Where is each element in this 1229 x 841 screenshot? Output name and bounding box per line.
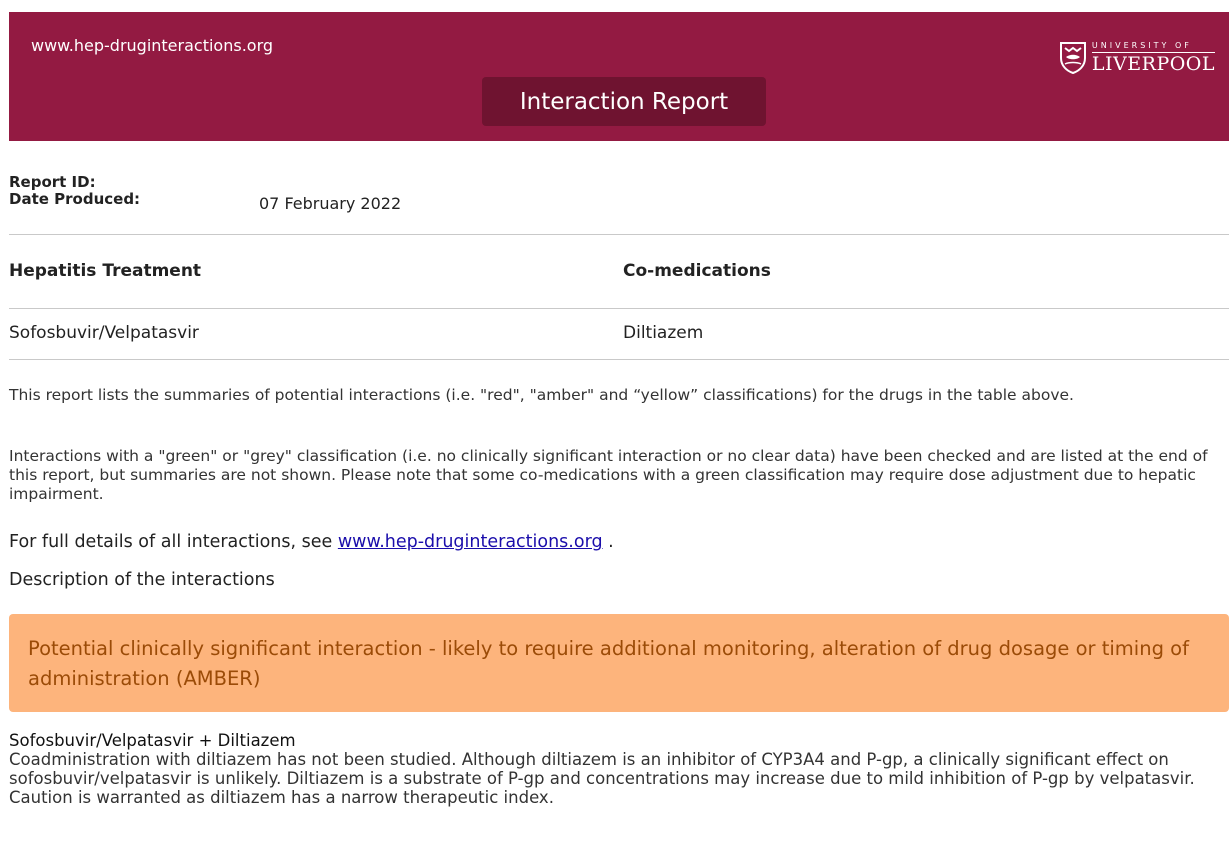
website-link[interactable]: www.hep-druginteractions.org xyxy=(338,532,603,552)
date-produced-value: 07 February 2022 xyxy=(259,194,402,213)
table-header-hepatitis: Hepatitis Treatment xyxy=(9,261,202,281)
table-cell-treatment: Sofosbuvir/Velpatasvir xyxy=(9,323,199,343)
divider xyxy=(9,359,1229,360)
interaction-title: Sofosbuvir/Velpatasvir + Diltiazem xyxy=(9,731,296,750)
logo-bottom-line: LIVERPOOL xyxy=(1091,53,1215,75)
description-heading: Description of the interactions xyxy=(9,570,275,590)
intro-paragraph: This report lists the summaries of poten… xyxy=(9,386,1074,404)
full-details-suffix: . xyxy=(602,532,614,552)
amber-classification-text: Potential clinically significant interac… xyxy=(28,637,1189,690)
amber-classification-box: Potential clinically significant interac… xyxy=(9,614,1229,712)
divider xyxy=(9,234,1229,235)
university-logo: UNIVERSITY OF LIVERPOOL xyxy=(1059,36,1215,80)
table-header-comedications: Co-medications xyxy=(623,261,771,281)
logo-top-line: UNIVERSITY OF xyxy=(1091,41,1215,53)
interaction-summary: Coadministration with diltiazem has not … xyxy=(9,750,1195,807)
table-cell-comedication: Diltiazem xyxy=(623,323,704,343)
divider xyxy=(9,308,1229,309)
report-header: www.hep-druginteractions.org UNIVERSITY … xyxy=(9,12,1229,141)
full-details-prefix: For full details of all interactions, se… xyxy=(9,532,338,552)
date-produced-label: Date Produced: xyxy=(9,190,141,208)
report-title: Interaction Report xyxy=(482,77,766,126)
classification-paragraph: Interactions with a "green" or "grey" cl… xyxy=(9,447,1208,503)
site-url: www.hep-druginteractions.org xyxy=(31,36,274,55)
report-id-label: Report ID: xyxy=(9,173,96,191)
full-details-line: For full details of all interactions, se… xyxy=(9,532,614,552)
crest-icon xyxy=(1059,42,1086,74)
